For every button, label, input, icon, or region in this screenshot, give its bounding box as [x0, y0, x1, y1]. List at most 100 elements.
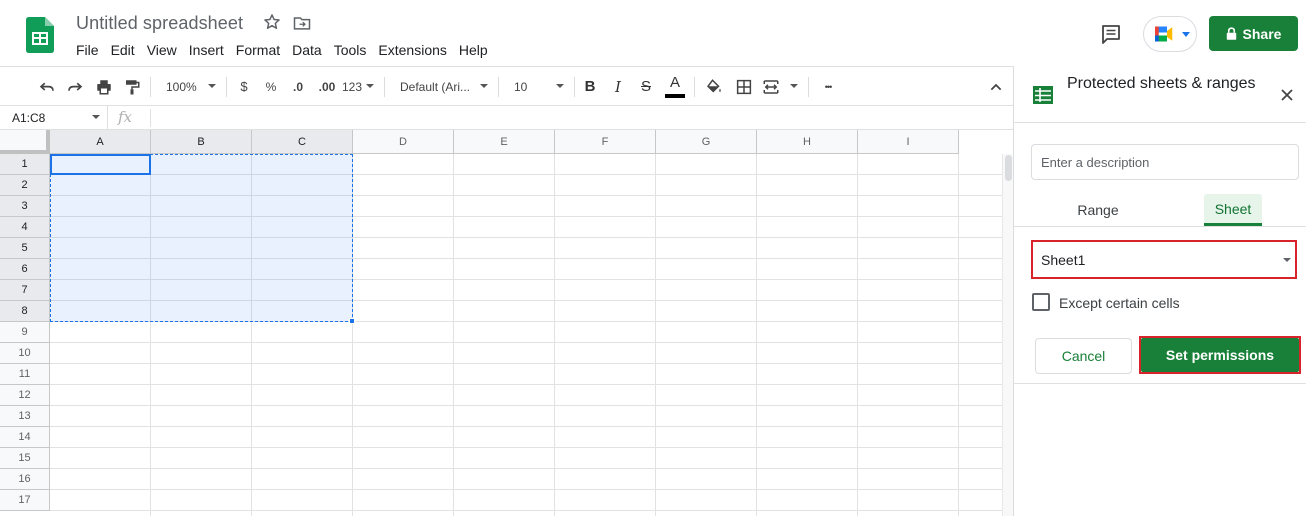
- row-header-15[interactable]: 15: [0, 448, 50, 469]
- sheets-logo-icon[interactable]: [26, 17, 54, 53]
- font-family-select[interactable]: Default (Ari...: [392, 67, 492, 106]
- spreadsheet-grid[interactable]: ABCDEFGHI 1 2 3 4 5 6 7 8 9 10 11 12 13 14 15 16 17: [0, 130, 1013, 516]
- row-header-5[interactable]: 5: [0, 238, 50, 259]
- column-header-f[interactable]: F: [555, 130, 656, 154]
- toolbar-separator: [694, 77, 695, 97]
- row-header-6[interactable]: 6: [0, 259, 50, 280]
- text-color-button[interactable]: A: [664, 67, 686, 106]
- row-header-12[interactable]: 12: [0, 385, 50, 406]
- description-input[interactable]: [1031, 144, 1299, 180]
- decrease-decimal-button[interactable]: .0: [286, 67, 310, 106]
- column-header-d[interactable]: D: [353, 130, 454, 154]
- row-header-13[interactable]: 13: [0, 406, 50, 427]
- bold-button[interactable]: B: [580, 67, 600, 106]
- fill-color-button[interactable]: [702, 67, 726, 106]
- meet-button[interactable]: [1143, 16, 1197, 52]
- share-button[interactable]: Share: [1209, 16, 1298, 51]
- merge-cells-button[interactable]: [762, 67, 802, 106]
- undo-button[interactable]: [36, 67, 58, 106]
- row-header-17[interactable]: 17: [0, 490, 50, 511]
- chevron-down-icon: [480, 84, 488, 88]
- italic-button[interactable]: I: [608, 67, 628, 106]
- currency-format-button[interactable]: $: [234, 67, 254, 106]
- chevron-down-icon: [790, 84, 798, 88]
- print-icon: [97, 79, 111, 94]
- tab-sheet[interactable]: Sheet: [1204, 194, 1262, 226]
- tab-range[interactable]: Range: [1054, 194, 1142, 226]
- collapse-toolbar-button[interactable]: [984, 67, 1008, 106]
- font-size-value: 10: [514, 79, 528, 94]
- menu-extensions[interactable]: Extensions: [372, 40, 452, 60]
- column-header-g[interactable]: G: [656, 130, 757, 154]
- row-header-8[interactable]: 8: [0, 301, 50, 322]
- column-header-a[interactable]: A: [50, 130, 151, 154]
- row-header-1[interactable]: 1: [0, 154, 50, 175]
- document-title[interactable]: Untitled spreadsheet: [76, 13, 243, 34]
- row-header-14[interactable]: 14: [0, 427, 50, 448]
- print-button[interactable]: [92, 67, 116, 106]
- column-header-b[interactable]: B: [151, 130, 252, 154]
- row-header-10[interactable]: 10: [0, 343, 50, 364]
- strikethrough-button[interactable]: S: [636, 67, 656, 106]
- grid-row-line: [50, 489, 1002, 490]
- active-cell[interactable]: [50, 154, 151, 175]
- paint-format-button[interactable]: [121, 67, 143, 106]
- column-header-e[interactable]: E: [454, 130, 555, 154]
- menu-edit[interactable]: Edit: [105, 40, 141, 60]
- text-color-label: A: [669, 74, 680, 91]
- grid-column-line: [958, 154, 959, 516]
- scrollbar-thumb[interactable]: [1005, 155, 1012, 181]
- menu-help[interactable]: Help: [453, 40, 494, 60]
- row-header-7[interactable]: 7: [0, 280, 50, 301]
- column-header-h[interactable]: H: [757, 130, 858, 154]
- menu-bar: File Edit View Insert Format Data Tools …: [70, 40, 494, 60]
- percent-format-button[interactable]: %: [261, 67, 281, 106]
- more-formats-button[interactable]: 123: [342, 67, 376, 106]
- comments-icon[interactable]: [1099, 22, 1123, 46]
- menu-insert[interactable]: Insert: [183, 40, 230, 60]
- cancel-button[interactable]: Cancel: [1035, 338, 1132, 374]
- more-formats-label: 123: [342, 79, 363, 94]
- row-header-16[interactable]: 16: [0, 469, 50, 490]
- sheet-select-value: Sheet1: [1041, 252, 1086, 268]
- star-icon[interactable]: [262, 12, 282, 32]
- text-color-bar: [665, 94, 685, 98]
- grid-row-line: [50, 342, 1002, 343]
- row-header-9[interactable]: 9: [0, 322, 50, 343]
- row-header-4[interactable]: 4: [0, 217, 50, 238]
- column-header-c[interactable]: C: [252, 130, 353, 154]
- redo-button[interactable]: [64, 67, 86, 106]
- selected-range[interactable]: [50, 154, 353, 322]
- panel-divider: [1014, 122, 1306, 123]
- menu-tools[interactable]: Tools: [328, 40, 373, 60]
- font-size-select[interactable]: 10: [506, 67, 568, 106]
- borders-button[interactable]: [732, 67, 756, 106]
- menu-view[interactable]: View: [141, 40, 183, 60]
- row-header-11[interactable]: 11: [0, 364, 50, 385]
- row-header-3[interactable]: 3: [0, 196, 50, 217]
- except-certain-cells-checkbox[interactable]: [1032, 293, 1050, 311]
- name-box[interactable]: A1:C8: [0, 106, 108, 130]
- tabs-divider: [1014, 226, 1306, 227]
- row-header-2[interactable]: 2: [0, 175, 50, 196]
- zoom-select[interactable]: 100%: [158, 67, 220, 106]
- grid-row-line: [50, 447, 1002, 448]
- header: Untitled spreadsheet File Edit View Inse…: [0, 0, 1306, 66]
- column-header-i[interactable]: I: [858, 130, 959, 154]
- increase-decimal-button[interactable]: .00: [314, 67, 340, 106]
- menu-data[interactable]: Data: [286, 40, 328, 60]
- menu-format[interactable]: Format: [230, 40, 286, 60]
- more-options-button[interactable]: •••: [816, 67, 840, 106]
- chevron-down-icon: [1182, 32, 1190, 37]
- select-all-corner[interactable]: [0, 130, 50, 154]
- fill-color-icon: [707, 78, 721, 93]
- close-icon[interactable]: [1278, 86, 1296, 104]
- except-certain-cells-label[interactable]: Except certain cells: [1059, 295, 1180, 311]
- move-folder-icon[interactable]: [292, 13, 312, 33]
- meet-icon: [1155, 26, 1173, 42]
- sheet-select[interactable]: Sheet1: [1031, 240, 1297, 279]
- menu-file[interactable]: File: [70, 40, 105, 60]
- fill-handle[interactable]: [349, 318, 355, 324]
- vertical-scrollbar[interactable]: [1002, 154, 1013, 516]
- set-permissions-button[interactable]: Set permissions: [1141, 338, 1299, 372]
